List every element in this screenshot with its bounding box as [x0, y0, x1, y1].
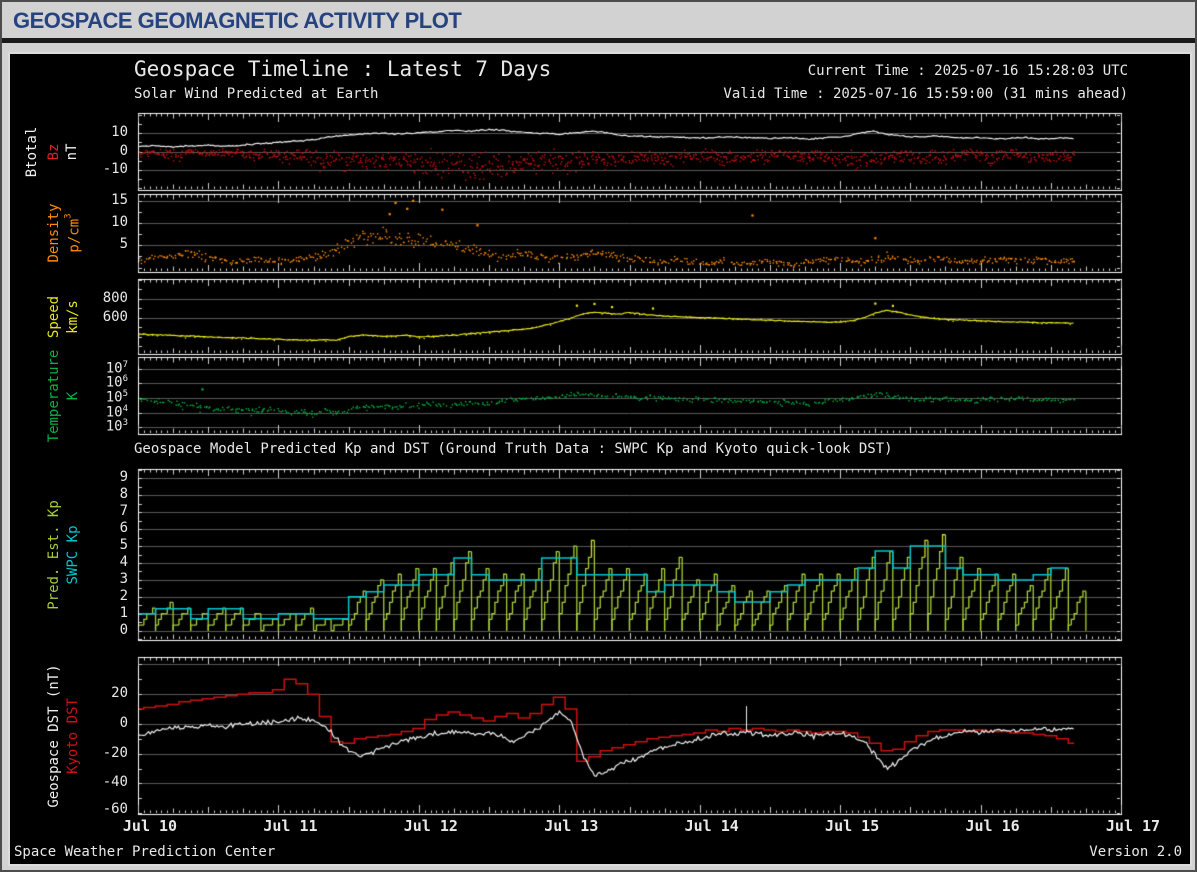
x-tick-label: Jul 15: [812, 817, 892, 835]
page-title: GEOSPACE GEOMAGNETIC ACTIVITY PLOT: [13, 8, 461, 34]
current-time: Current Time : 2025-07-16 15:28:03 UTC: [808, 63, 1128, 79]
axis-label-speed: Speed: [46, 295, 62, 337]
y-tick-label: 7: [10, 503, 128, 519]
x-tick-label: Jul 12: [391, 817, 471, 835]
section-title: Geospace Model Predicted Kp and DST (Gro…: [134, 441, 893, 457]
axis-label-kyoto-dst: Kyoto DST: [65, 698, 81, 774]
x-tick-label: Jul 13: [531, 817, 611, 835]
x-tick-label: Jul 14: [672, 817, 752, 835]
y-tick-label: 8: [10, 486, 128, 502]
axis-label-temperature: Temperature: [46, 349, 62, 442]
axis-label-swpc-kp: SWPC Kp: [65, 525, 81, 584]
y-tick-label: 1: [10, 605, 128, 621]
valid-time: Valid Time : 2025-07-16 15:59:00 (31 min…: [723, 86, 1128, 102]
y-tick-label: 9: [10, 469, 128, 485]
x-tick-label: Jul 11: [250, 817, 330, 835]
y-tick-label: 103: [10, 418, 128, 435]
axis-label-geospace-dst-nt-: Geospace DST (nT): [46, 664, 62, 807]
geospace-activity-page: { "header": { "title": "GEOSPACE GEOMAGN…: [0, 0, 1197, 872]
x-tick-label: Jul 10: [110, 817, 190, 835]
footer-credit: Space Weather Prediction Center: [14, 844, 275, 860]
header-bar: GEOSPACE GEOMAGNETIC ACTIVITY PLOT: [4, 4, 1193, 38]
plot-title: Geospace Timeline : Latest 7 Days: [134, 57, 551, 81]
y-tick-label: -60: [10, 801, 128, 817]
x-tick-label: Jul 17: [1093, 817, 1173, 835]
y-tick-label: -40: [10, 774, 128, 790]
axis-label-density: Density: [46, 203, 62, 262]
footer-version: Version 2.0: [1089, 844, 1182, 860]
plot-subtitle: Solar Wind Predicted at Earth: [134, 86, 378, 102]
x-tick-label: Jul 16: [953, 817, 1033, 835]
axis-label-pred-est-kp: Pred. Est. Kp: [46, 500, 62, 610]
header-separator: [2, 38, 1195, 43]
plot-text-overlay: Geospace Timeline : Latest 7 Days Curren…: [10, 54, 1190, 864]
axis-label-p-cm: p/cm3: [64, 213, 83, 252]
axis-label-nt: nT: [64, 143, 80, 160]
y-tick-label: 0: [10, 622, 128, 638]
plot-area: Geospace Timeline : Latest 7 Days Curren…: [8, 52, 1192, 866]
axis-label-km-s: km/s: [65, 300, 81, 334]
y-tick-label: 15: [10, 192, 128, 208]
axis-label-btotal: Btotal: [24, 126, 40, 177]
axis-label-k: K: [65, 391, 81, 399]
axis-label-bz: Bz: [46, 143, 62, 160]
y-tick-label: 2: [10, 588, 128, 604]
